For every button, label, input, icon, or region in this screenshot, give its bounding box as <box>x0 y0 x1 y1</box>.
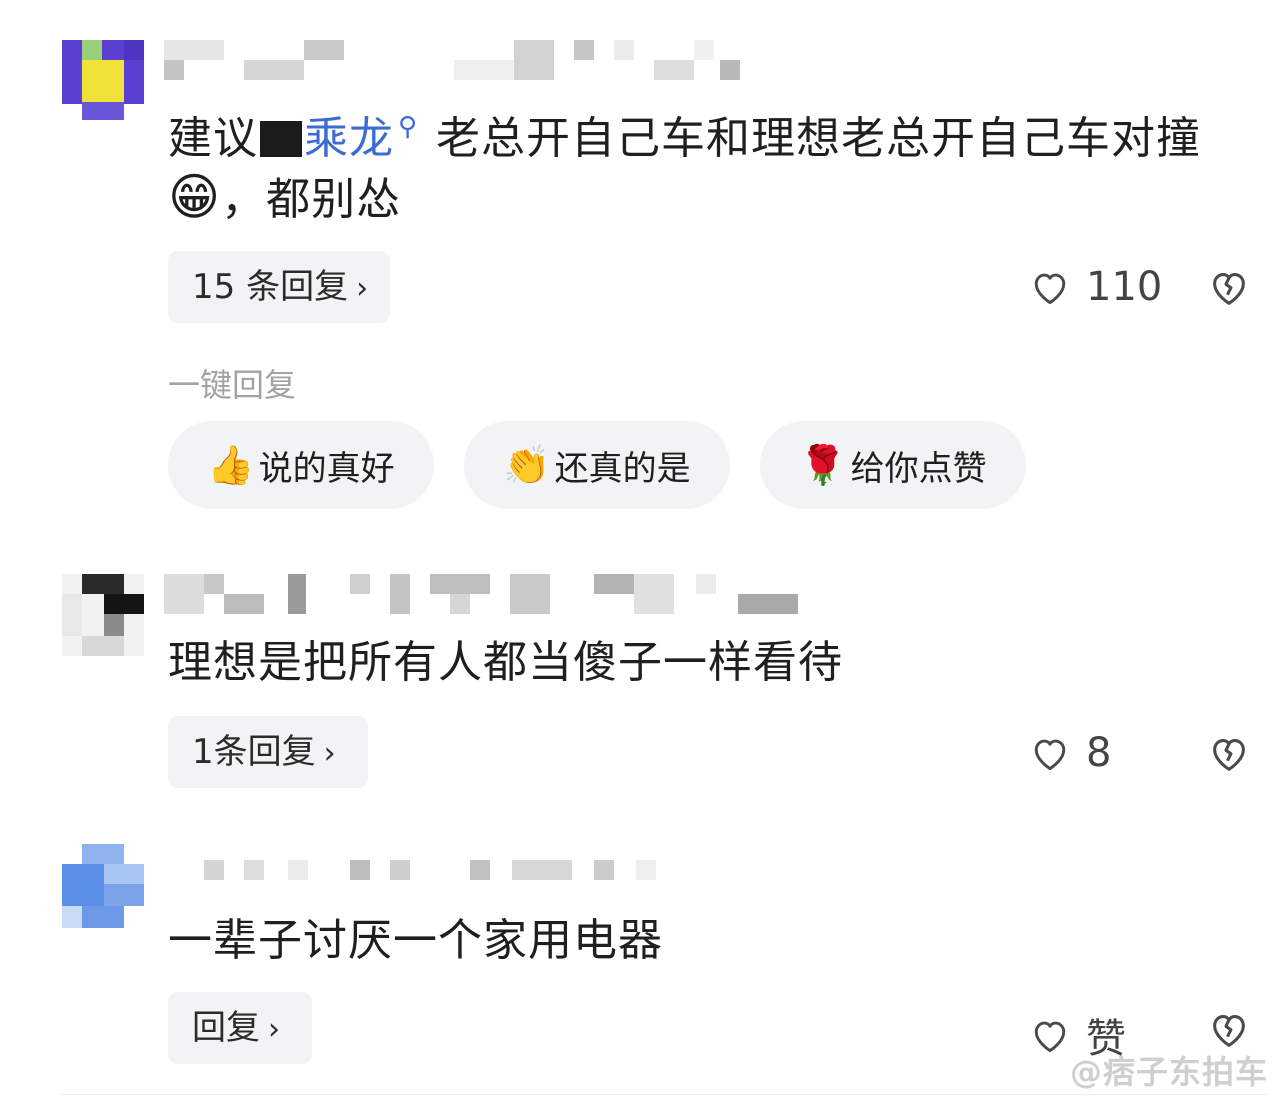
quick-reply-chip[interactable]: 👍 说的真好 <box>168 421 434 509</box>
broken-heart-icon[interactable] <box>1206 264 1252 310</box>
comment-text: 理想是把所有人都当傻子一样看待 <box>168 637 843 688</box>
like-count: 8 <box>1086 730 1112 776</box>
like-count: 110 <box>1086 264 1163 310</box>
topic-link[interactable]: 乘龙 <box>304 113 394 164</box>
comment-text: 一辈子讨厌一个家用电器 <box>168 915 663 966</box>
avatar[interactable] <box>62 40 144 120</box>
heart-icon <box>1028 731 1072 775</box>
heart-icon <box>1028 265 1072 309</box>
view-replies-button[interactable]: 15 条回复 › <box>168 251 390 323</box>
view-replies-button[interactable]: 1条回复 › <box>168 716 368 788</box>
username-censored[interactable] <box>164 40 744 82</box>
quick-reply-chip[interactable]: 🌹 给你点赞 <box>760 421 1026 509</box>
rose-icon: 🌹 <box>799 442 847 487</box>
broken-heart-icon[interactable] <box>1206 1006 1252 1052</box>
watermark: @痞子东拍车 <box>1069 1053 1268 1091</box>
reply-button[interactable]: 回复 › <box>168 992 312 1064</box>
heart-icon <box>1028 1013 1072 1057</box>
search-icon[interactable]: ⚲ <box>398 112 418 142</box>
chevron-right-icon: › <box>268 1012 280 1047</box>
censored-block <box>260 121 302 157</box>
broken-heart-icon[interactable] <box>1206 730 1252 776</box>
chevron-right-icon: › <box>356 271 369 306</box>
username-censored[interactable] <box>164 860 664 884</box>
divider <box>60 1094 1268 1095</box>
quick-reply-chip[interactable]: 👏 还真的是 <box>464 421 730 509</box>
avatar[interactable] <box>62 844 144 928</box>
like-button[interactable]: 8 <box>1028 730 1111 776</box>
clapping-hands-icon: 👏 <box>503 442 551 487</box>
comment-text-line2: 😁，都别怂 <box>168 168 402 226</box>
avatar[interactable] <box>62 574 144 656</box>
username-censored[interactable] <box>164 574 804 616</box>
quick-reply-label: 一键回复 <box>168 366 297 404</box>
chevron-right-icon: › <box>323 736 336 771</box>
thumbs-up-icon: 👍 <box>207 442 255 487</box>
like-button[interactable]: 110 <box>1028 264 1162 310</box>
grin-emoji: 😁 <box>168 168 222 226</box>
